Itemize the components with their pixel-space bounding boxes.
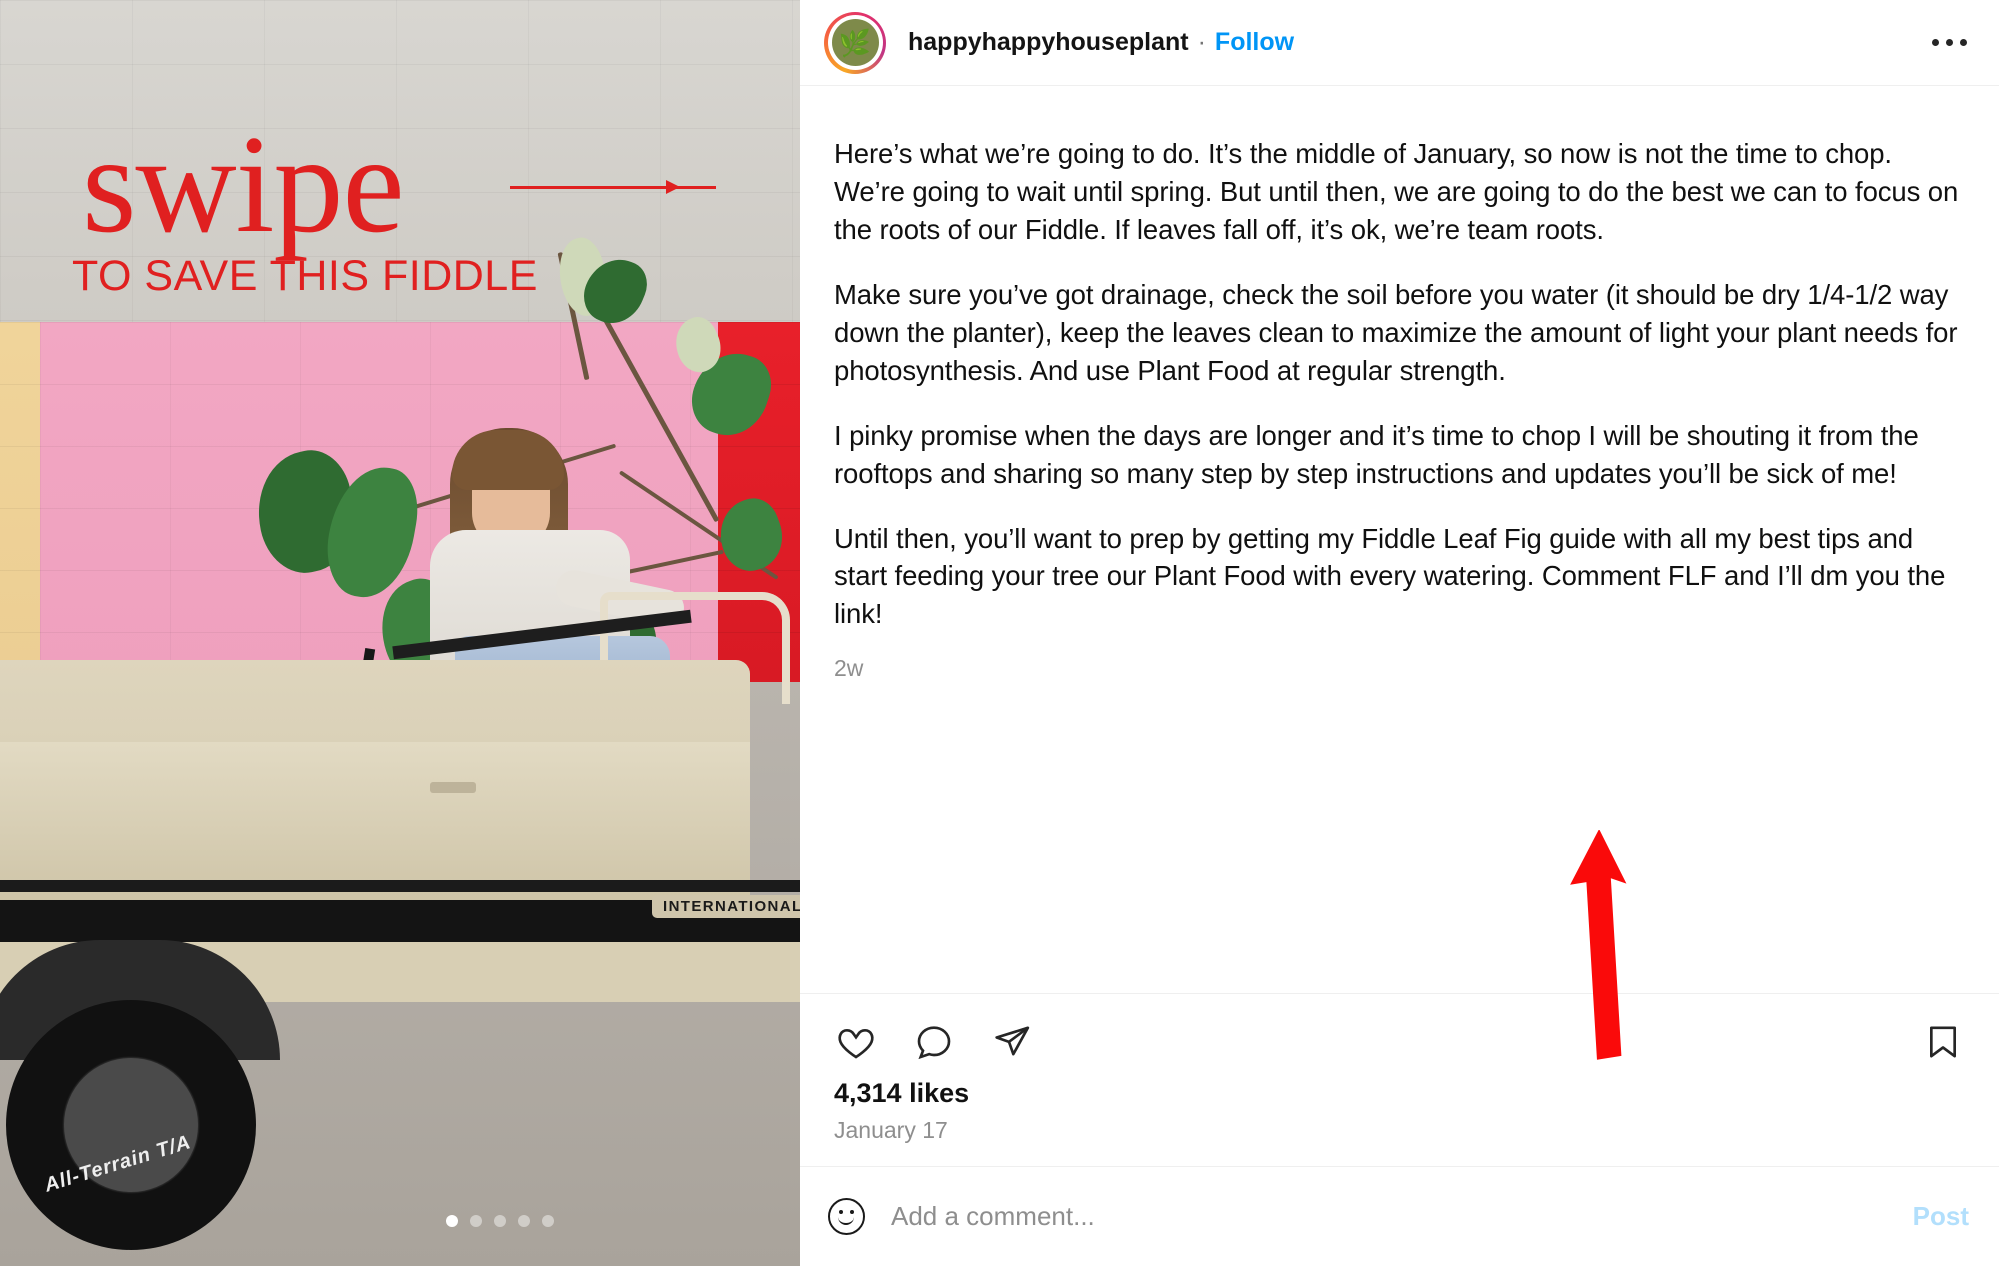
overlay-title: swipe [82, 107, 405, 262]
avatar-plant-icon: 🌿 [831, 19, 879, 66]
heart-icon [838, 1028, 874, 1059]
carousel-dot[interactable] [518, 1215, 530, 1227]
comment-input[interactable] [891, 1201, 1913, 1232]
wall-band-tan [0, 322, 40, 682]
overlay-subtitle: TO SAVE THIS FIDDLE [72, 252, 538, 300]
post-date: January 17 [834, 1117, 948, 1143]
carousel-dot[interactable] [446, 1215, 458, 1227]
header-separator: · [1197, 28, 1206, 56]
truck-badge: INTERNATIONAL [652, 895, 800, 918]
carousel-dot[interactable] [542, 1215, 554, 1227]
caption-paragraph: Make sure you’ve got drainage, check the… [834, 278, 1958, 386]
post-header: 🌿 happyhappyhouseplant · Follow [800, 0, 1999, 86]
post-detail-panel: 🌿 happyhappyhouseplant · Follow Here’s w… [800, 0, 1999, 1266]
caption-scroll-area[interactable]: Here’s what we’re going to do. It’s the … [800, 86, 1999, 994]
truck-door-handle [430, 782, 476, 793]
more-options-icon[interactable] [1922, 29, 1977, 56]
carousel-dots[interactable] [446, 1215, 554, 1227]
truck-stripe-upper [0, 880, 800, 892]
caption-paragraph: Here’s what we’re going to do. It’s the … [834, 138, 1959, 245]
person-hair-front [452, 430, 564, 490]
caption-timestamp: 2w [834, 655, 864, 682]
instagram-post: swipe TO SAVE THIS FIDDLE INTERNATIONAL … [0, 0, 1999, 1266]
follow-button[interactable]: Follow [1215, 28, 1294, 57]
share-button[interactable] [986, 1016, 1038, 1068]
post-action-bar [800, 994, 1999, 1068]
caption-paragraph: Until then, you’ll want to prep by getti… [834, 522, 1946, 630]
save-button[interactable] [1917, 1016, 1969, 1068]
likes-count[interactable]: 4,314 likes [800, 1068, 1999, 1109]
post-media-carousel[interactable]: swipe TO SAVE THIS FIDDLE INTERNATIONAL … [0, 0, 800, 1266]
avatar[interactable]: 🌿 [824, 11, 886, 74]
comment-icon [917, 1026, 951, 1060]
carousel-dot[interactable] [494, 1215, 506, 1227]
carousel-dot[interactable] [470, 1215, 482, 1227]
bookmark-icon [1930, 1026, 1956, 1058]
post-comment-button[interactable]: Post [1913, 1201, 1969, 1232]
comment-button[interactable] [908, 1016, 960, 1068]
caption-paragraph: I pinky promise when the days are longer… [834, 419, 1919, 489]
username-link[interactable]: happyhappyhouseplant [908, 28, 1189, 57]
like-button[interactable] [830, 1016, 882, 1068]
caption-clipped-line [834, 86, 1963, 108]
share-icon [995, 1026, 1030, 1056]
add-comment-row[interactable]: Post [800, 1166, 1999, 1266]
overlay-arrow-icon [510, 180, 726, 194]
emoji-icon[interactable] [828, 1198, 865, 1235]
